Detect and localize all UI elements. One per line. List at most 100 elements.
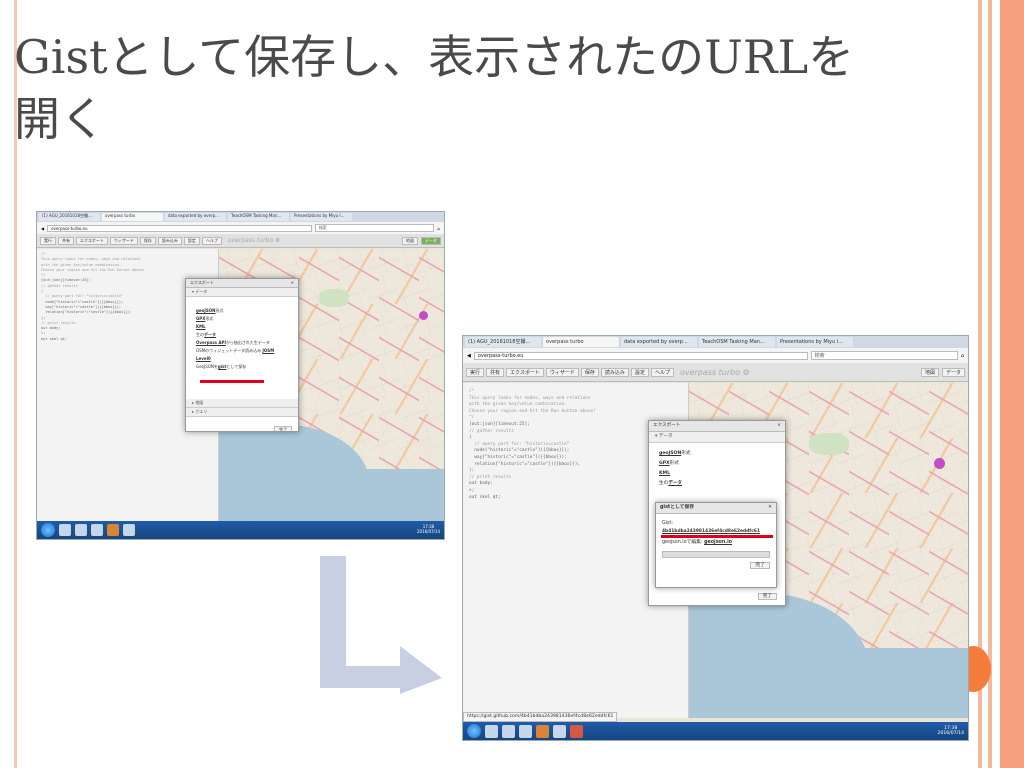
highlight-underline — [661, 535, 773, 538]
browser-tab[interactable]: Presentations by Miyu I... — [777, 337, 853, 347]
export-geojson-item[interactable]: geoJSON形式 — [659, 449, 775, 459]
data-tab[interactable]: データ — [941, 367, 965, 377]
export-kml-item[interactable]: KML — [659, 469, 775, 479]
wizard-button[interactable]: ウィザード — [545, 367, 579, 377]
done-button[interactable]: 完了 — [274, 426, 292, 431]
code-line: with the given key/value combination. — [469, 402, 567, 408]
back-icon[interactable]: ◀ — [467, 353, 471, 359]
browser-tab-bar: (1) AGU_20161018空撮... overpass turbo dat… — [463, 336, 968, 348]
browser-tab-active[interactable]: overpass turbo — [543, 337, 619, 347]
help-button[interactable]: ヘルプ — [201, 236, 222, 245]
export-dialog-title: エクスポート — [653, 423, 681, 428]
export-gpx-item[interactable]: GPX形式 — [659, 459, 775, 469]
export-kml-item[interactable]: KML — [196, 323, 288, 331]
help-button[interactable]: ヘルプ — [650, 367, 674, 377]
taskbar-clock[interactable]: 17:38 2016/07/14 — [417, 525, 440, 534]
export-dialog-title: エクスポート — [190, 280, 214, 285]
horizontal-scrollbar[interactable] — [662, 551, 770, 558]
browser-tab-bar: (1) AGU_20161018空撮... overpass turbo dat… — [37, 212, 444, 222]
url-input[interactable]: overpass-turbo.eu — [473, 351, 808, 360]
screenshot-export-dialog: (1) AGU_20161018空撮... overpass turbo dat… — [36, 211, 445, 540]
park-area — [319, 289, 349, 307]
media-icon[interactable] — [91, 524, 103, 536]
run-button[interactable]: 実行 — [466, 367, 485, 377]
geojson-edit-label: geojson.ioで編集: — [662, 540, 703, 545]
close-icon[interactable]: × — [777, 421, 781, 431]
load-button[interactable]: 読み込み — [157, 236, 182, 245]
chrome-icon[interactable] — [123, 524, 135, 536]
gist-dialog-title: gistとして保存 — [660, 505, 695, 510]
firefox-icon[interactable] — [107, 524, 119, 536]
overpass-toolbar: 実行 共有 エクスポート ウィザード 保存 読み込み 設定 ヘルプ overpa… — [37, 234, 444, 248]
code-line: /* — [469, 389, 475, 394]
done-button[interactable]: 完了 — [757, 593, 777, 600]
bay-water — [359, 469, 444, 521]
export-section-data[interactable]: ▾ データ — [649, 432, 785, 443]
chrome-icon[interactable] — [553, 724, 566, 738]
export-josm-item[interactable]: OSMのウィジェットデータ読み込み JOSM — [196, 347, 288, 355]
search-input[interactable]: 検索 — [314, 224, 435, 232]
save-button[interactable]: 保存 — [580, 367, 599, 377]
export-button[interactable]: エクスポート — [506, 367, 544, 377]
castle-marker[interactable] — [419, 311, 428, 320]
clock-date: 2016/07/14 — [416, 529, 440, 534]
bay-water — [689, 593, 869, 718]
status-bar-url: https://gist.github.com/4b41bdba24398143… — [463, 712, 618, 722]
taskbar-clock[interactable]: 17:38 2016/07/14 — [938, 726, 964, 737]
export-raw-item[interactable]: 生のデータ — [196, 331, 288, 339]
media-icon[interactable] — [519, 724, 532, 738]
back-icon[interactable]: ◀ — [41, 226, 44, 231]
gist-label: Gist: — [662, 521, 674, 526]
run-button[interactable]: 実行 — [40, 236, 56, 245]
windows-start-icon[interactable] — [467, 724, 481, 738]
share-button[interactable]: 共有 — [486, 367, 505, 377]
export-gist-item[interactable]: GeoJSONをgistとして保存 — [196, 363, 288, 371]
search-input[interactable]: 検索 — [810, 351, 958, 360]
load-button[interactable]: 読み込み — [600, 367, 629, 377]
browser-tab[interactable]: (1) AGU_20161018空撮... — [465, 337, 541, 347]
export-section-map[interactable]: ▸ 地図 — [186, 399, 298, 408]
browser-tab[interactable]: data exported by overp... — [621, 337, 697, 347]
export-overpass-api-item[interactable]: Overpass APIから抽出された生データ — [196, 339, 288, 347]
browser-tab[interactable]: (1) AGU_20161018空撮... — [39, 213, 100, 221]
browser-tab-active[interactable]: overpass turbo — [102, 213, 163, 221]
url-input[interactable]: overpass-turbo.eu — [47, 224, 312, 232]
data-tab[interactable]: データ — [421, 236, 441, 245]
export-gpx-item[interactable]: GPX形式 — [196, 315, 288, 323]
export-section-query[interactable]: ▸ クエリ — [186, 408, 298, 417]
export-raw-item[interactable]: 生のデータ — [659, 479, 775, 489]
highlight-underline — [200, 380, 264, 383]
home-icon[interactable]: ⌂ — [961, 353, 964, 359]
settings-button[interactable]: 設定 — [183, 236, 200, 245]
browser-tab[interactable]: data exported by overp... — [165, 213, 226, 221]
done-button[interactable]: 完了 — [750, 562, 770, 569]
wizard-button[interactable]: ウィザード — [109, 236, 138, 245]
export-button[interactable]: エクスポート — [76, 236, 108, 245]
close-icon[interactable]: × — [768, 503, 772, 513]
map-tab[interactable]: 地図 — [920, 367, 939, 377]
browser-tab[interactable]: TeachOSM Tasking Man... — [228, 213, 289, 221]
map-tab[interactable]: 地図 — [402, 236, 418, 245]
share-button[interactable]: 共有 — [58, 236, 74, 245]
browser-tab[interactable]: TeachOSM Tasking Man... — [699, 337, 775, 347]
close-icon[interactable]: × — [291, 279, 294, 287]
settings-button[interactable]: 設定 — [630, 367, 649, 377]
folder-icon[interactable] — [502, 724, 515, 738]
firefox-icon[interactable] — [536, 724, 549, 738]
home-icon[interactable]: ⌂ — [437, 226, 440, 231]
windows-start-icon[interactable] — [41, 523, 55, 537]
ie-icon[interactable] — [485, 724, 498, 738]
export-geojson-item[interactable]: geoJSON形式 — [196, 307, 288, 315]
castle-marker[interactable] — [934, 458, 945, 469]
clock-time: 17:38 — [944, 725, 958, 731]
geojson-io-link[interactable]: geojson.io — [704, 540, 732, 545]
folder-icon[interactable] — [75, 524, 87, 536]
export-section-data[interactable]: ▾ データ — [186, 288, 298, 297]
powerpoint-icon[interactable] — [570, 724, 583, 738]
gist-dialog: gistとして保存 × Gist: 4b41bdba243981436ef4cd… — [655, 502, 777, 588]
ie-icon[interactable] — [59, 524, 71, 536]
browser-tab[interactable]: Presentations by Miyu I... — [291, 213, 352, 221]
export-level0-item[interactable]: Level0 — [196, 355, 288, 363]
save-button[interactable]: 保存 — [139, 236, 156, 245]
windows-taskbar: 17:38 2016/07/14 — [37, 521, 444, 539]
